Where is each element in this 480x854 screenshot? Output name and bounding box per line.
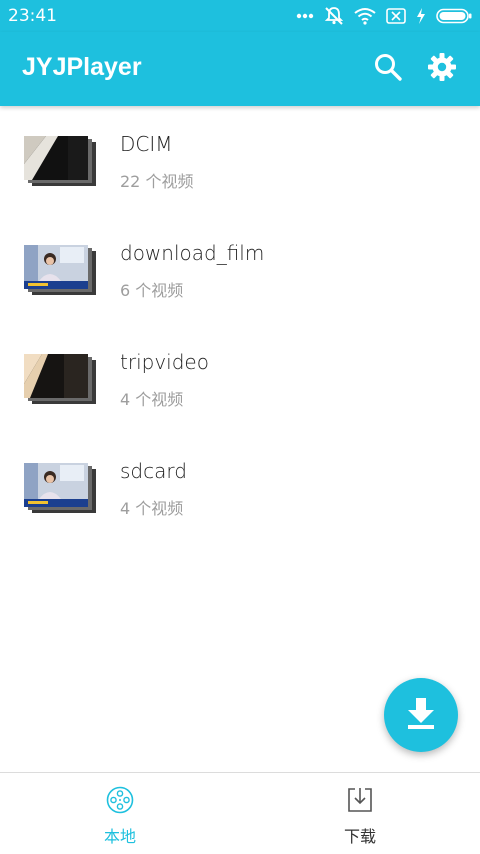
download-icon [405, 696, 437, 734]
folder-video-count: 22 个视频 [120, 172, 194, 191]
wifi-icon [354, 7, 376, 25]
status-icons [296, 5, 472, 27]
sim-card-icon [386, 8, 406, 24]
settings-button[interactable] [425, 52, 459, 86]
tab-download[interactable]: 下载 [240, 773, 480, 854]
folder-name: DCIM [120, 132, 173, 156]
charging-icon [416, 8, 426, 24]
tab-label: 本地 [103, 827, 136, 846]
mute-icon [324, 6, 344, 26]
folder-video-count: 6 个视频 [120, 281, 184, 300]
app-bar: JYJPlayer [0, 32, 480, 106]
status-bar: 23:41 [0, 0, 480, 32]
dark-diagonal-video-thumb [24, 136, 96, 186]
battery-icon [436, 8, 472, 24]
tab-local[interactable]: 本地 [0, 773, 240, 854]
folder-name: tripvideo [120, 350, 209, 374]
settings-gear-icon [427, 52, 457, 86]
dark-diagonal-video-thumb [24, 354, 96, 404]
folder-name: download_film [120, 241, 265, 265]
tab-label: 下载 [343, 827, 376, 846]
folder-name: sdcard [120, 459, 187, 483]
news-anchor-video-thumb [24, 245, 96, 295]
folder-list: DCIM 22 个视频 download_film 6 个视频 tripvide… [0, 106, 480, 542]
app-title: JYJPlayer [22, 53, 142, 81]
folder-item-download-film[interactable]: download_film 6 个视频 [0, 215, 480, 324]
search-button[interactable] [371, 52, 405, 86]
search-icon [373, 52, 403, 86]
folder-video-count: 4 个视频 [120, 390, 184, 409]
folder-item-tripvideo[interactable]: tripvideo 4 个视频 [0, 324, 480, 433]
status-time: 23:41 [8, 6, 57, 26]
folder-item-dcim[interactable]: DCIM 22 个视频 [0, 106, 480, 215]
folder-video-count: 4 个视频 [120, 499, 184, 518]
film-reel-icon [106, 786, 134, 814]
download-fab-button[interactable] [384, 678, 458, 752]
folder-item-sdcard[interactable]: sdcard 4 个视频 [0, 433, 480, 542]
more-dots-icon [296, 13, 314, 19]
news-anchor-video-thumb [24, 463, 96, 513]
download-tray-icon [346, 786, 374, 814]
bottom-navigation: 本地 下载 [0, 772, 480, 854]
